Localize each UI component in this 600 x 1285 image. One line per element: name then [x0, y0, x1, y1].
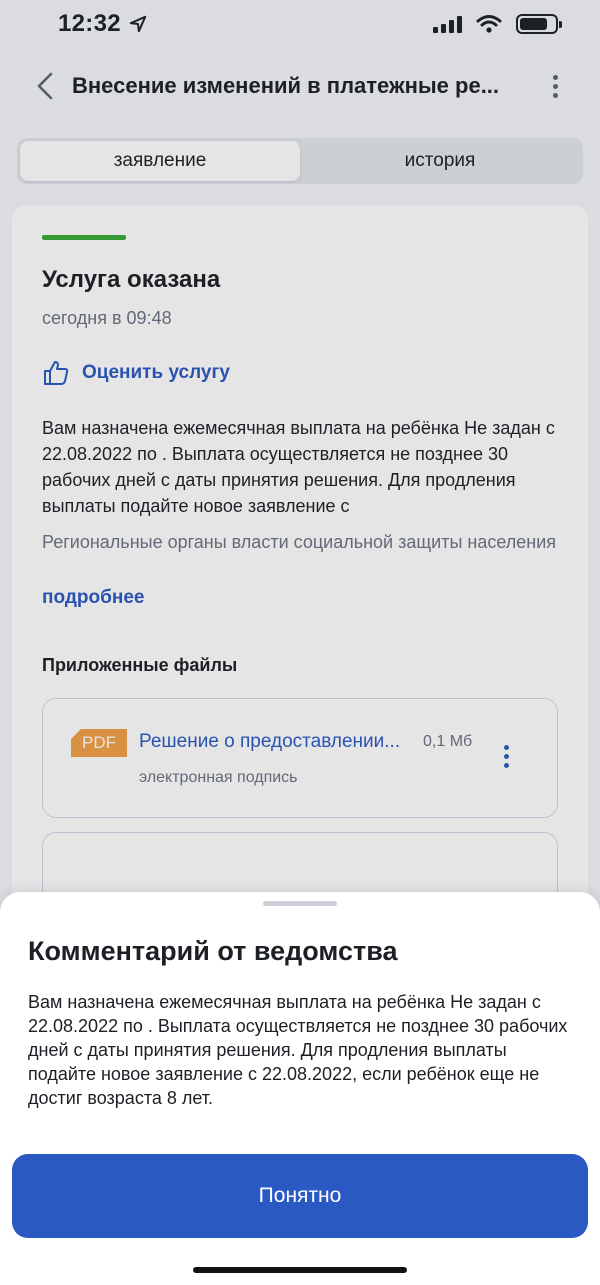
home-indicator: [193, 1267, 407, 1273]
sheet-comment-text: Вам назначена ежемесячная выплата на реб…: [28, 992, 568, 1108]
comment-bottom-sheet: Комментарий от ведомства Вам назначена е…: [0, 892, 600, 1285]
sheet-drag-handle[interactable]: [263, 901, 337, 906]
understood-button[interactable]: Понятно: [12, 1154, 588, 1238]
sheet-title: Комментарий от ведомства: [28, 936, 398, 966]
app-screen: 12:32 Внесение изменений в платежные ре.…: [0, 0, 600, 1285]
